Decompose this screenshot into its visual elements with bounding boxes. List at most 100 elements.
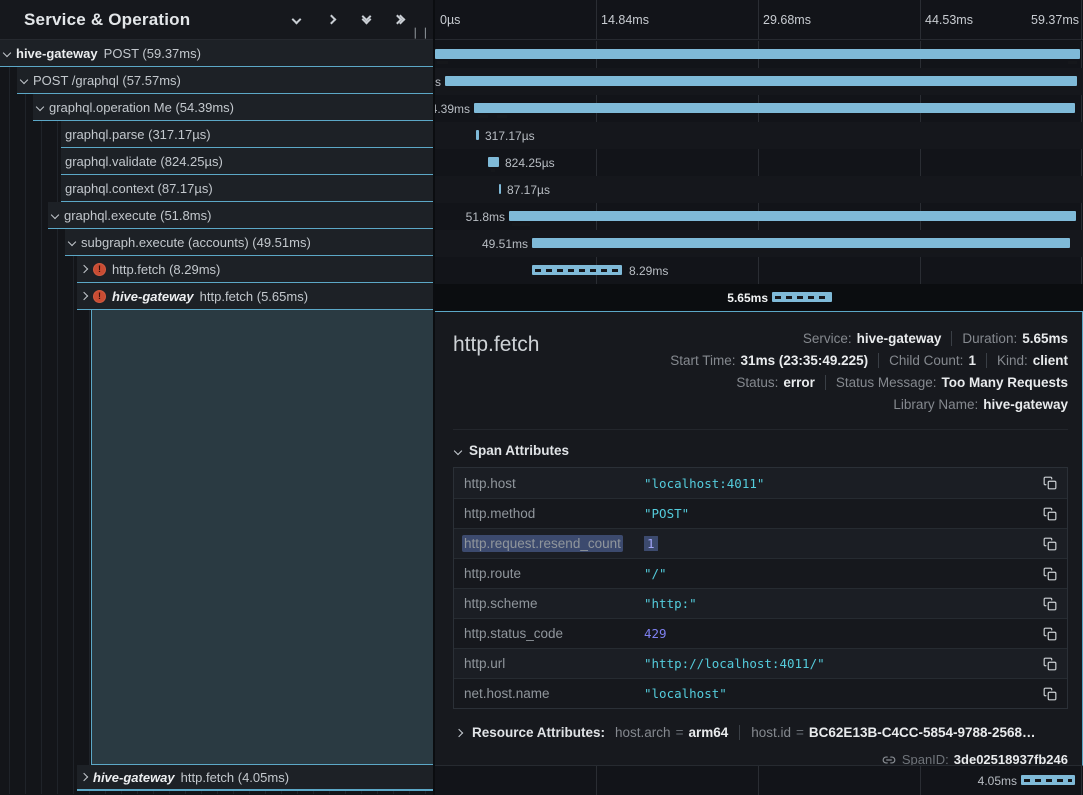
- duration-label: 49.51ms: [482, 237, 528, 251]
- copy-icon[interactable]: [1042, 475, 1058, 491]
- attr-value: "localhost:4011": [644, 476, 1042, 491]
- copy-icon[interactable]: [1042, 626, 1058, 642]
- tree-controls: [288, 12, 423, 28]
- detail-span-title: http.fetch: [453, 327, 539, 357]
- service-name: hive-gateway: [112, 289, 194, 304]
- chevron-down-icon[interactable]: [51, 211, 59, 219]
- chevron-down-icon[interactable]: [3, 49, 11, 57]
- span-name: POST /graphql (57.57ms): [33, 73, 181, 88]
- link-icon[interactable]: [882, 753, 896, 767]
- service-name: hive-gateway: [93, 770, 175, 785]
- span-bar[interactable]: [488, 157, 499, 167]
- timeline-row-subgraph-execute[interactable]: 49.51ms: [435, 230, 1083, 257]
- copy-icon[interactable]: [1042, 536, 1058, 552]
- chevron-down-icon[interactable]: [36, 103, 44, 111]
- timeline-row-http-fetch-4ms[interactable]: 4.05ms: [435, 766, 1083, 795]
- copy-icon[interactable]: [1042, 686, 1058, 702]
- tree-row-http-fetch-4ms[interactable]: hive-gateway http.fetch (4.05ms): [0, 765, 433, 791]
- resource-attr-value: BC62E13B-C4CC-5854-9788-2568…: [809, 725, 1036, 740]
- tree-row-subgraph-execute[interactable]: subgraph.execute (accounts) (49.51ms): [0, 229, 433, 256]
- timeline-pane: 0µs 14.84ms 29.68ms 44.53ms 59.37ms 57.5…: [435, 0, 1083, 795]
- equals-sign: =: [676, 725, 684, 740]
- expand-all-icon[interactable]: [393, 12, 409, 28]
- timeline-row-graphql-context[interactable]: 87.17µs: [435, 176, 1083, 203]
- timeline-row-graphql-operation[interactable]: 54.39ms: [435, 95, 1083, 122]
- attr-value: "http://localhost:4011/": [644, 656, 1042, 671]
- span-detail-panel: http.fetch Service: hive-gateway Duratio…: [435, 311, 1083, 766]
- chevron-down-icon[interactable]: [68, 238, 76, 246]
- axis-tick: 14.84ms: [601, 13, 649, 27]
- span-id-label: SpanID:: [902, 752, 949, 766]
- span-bar[interactable]: [474, 103, 1075, 113]
- span-bar[interactable]: [1021, 775, 1075, 785]
- chevron-right-icon[interactable]: [80, 773, 88, 781]
- copy-icon[interactable]: [1042, 656, 1058, 672]
- copy-icon[interactable]: [1042, 506, 1058, 522]
- collapse-all-icon[interactable]: [358, 12, 374, 28]
- timeline-rows: 57.57ms 54.39ms 317.17µs 82: [435, 41, 1083, 311]
- span-attributes-title: Span Attributes: [469, 443, 569, 458]
- span-attributes-header[interactable]: Span Attributes: [455, 443, 1068, 458]
- span-bar[interactable]: [532, 238, 1070, 248]
- tree-row-http-fetch-5ms-selected[interactable]: ! hive-gateway http.fetch (5.65ms): [0, 283, 433, 310]
- panel-resize-handle[interactable]: ❘❘: [411, 26, 431, 39]
- tree-row-graphql-execute[interactable]: graphql.execute (51.8ms): [0, 202, 433, 229]
- duration-label: 824.25µs: [505, 156, 555, 170]
- duration-label: 8.29ms: [629, 264, 668, 278]
- tree-row-graphql-validate[interactable]: graphql.validate (824.25µs): [0, 148, 433, 175]
- span-bar[interactable]: [476, 130, 479, 140]
- resource-attr-key: host.id: [751, 725, 791, 740]
- attr-key: http.host: [464, 476, 644, 491]
- attr-key: http.route: [464, 566, 644, 581]
- timeline-axis: 0µs 14.84ms 29.68ms 44.53ms 59.37ms: [435, 0, 1083, 40]
- resource-attributes-row[interactable]: Resource Attributes: host.arch = arm64 h…: [456, 725, 1068, 740]
- resource-attr-value: arm64: [688, 725, 728, 740]
- attr-row: http.host "localhost:4011": [454, 468, 1067, 498]
- span-bar[interactable]: [499, 184, 501, 194]
- timeline-row-hive-gateway-post[interactable]: [435, 41, 1083, 68]
- collapse-one-icon[interactable]: [288, 12, 304, 28]
- span-id-value: 3de02518937fb246: [954, 752, 1068, 766]
- timeline-row-graphql-validate[interactable]: 824.25µs: [435, 149, 1083, 176]
- chevron-down-icon[interactable]: [20, 76, 28, 84]
- timeline-row-graphql-parse[interactable]: 317.17µs: [435, 122, 1083, 149]
- attr-key: net.host.name: [464, 686, 644, 701]
- span-bar[interactable]: [445, 76, 1077, 86]
- span-name: http.fetch (5.65ms): [200, 289, 308, 304]
- selected-span-expanded-region: [91, 310, 433, 765]
- span-attributes-table: http.host "localhost:4011" http.method "…: [453, 467, 1068, 709]
- attr-value: "localhost": [644, 686, 1042, 701]
- expand-one-icon[interactable]: [323, 12, 339, 28]
- copy-icon[interactable]: [1042, 566, 1058, 582]
- span-bar[interactable]: [772, 292, 832, 302]
- timeline-row-http-fetch-5ms-selected[interactable]: 5.65ms: [435, 284, 1083, 311]
- tree-row-post-graphql[interactable]: POST /graphql (57.57ms): [0, 67, 433, 94]
- span-bar[interactable]: [509, 211, 1076, 221]
- copy-icon[interactable]: [1042, 596, 1058, 612]
- attr-key: http.scheme: [464, 596, 644, 611]
- attr-key: http.method: [464, 506, 644, 521]
- tree-row-hive-gateway-post[interactable]: hive-gateway POST (59.37ms): [0, 40, 433, 67]
- tree-row-graphql-context[interactable]: graphql.context (87.17µs): [0, 175, 433, 202]
- meta-label: Service:: [803, 331, 852, 346]
- detail-divider: [453, 429, 1068, 430]
- tree-row-graphql-parse[interactable]: graphql.parse (317.17µs): [0, 121, 433, 148]
- timeline-row-http-fetch-8ms[interactable]: 8.29ms: [435, 257, 1083, 284]
- chevron-right-icon[interactable]: [80, 292, 88, 300]
- timeline-row-graphql-execute[interactable]: 51.8ms: [435, 203, 1083, 230]
- span-bar[interactable]: [532, 265, 622, 275]
- attr-key: http.url: [464, 656, 644, 671]
- chevron-right-icon[interactable]: [80, 265, 88, 273]
- timeline-row-post-graphql[interactable]: 57.57ms: [435, 68, 1083, 95]
- equals-sign: =: [796, 725, 804, 740]
- meta-label: Child Count:: [889, 353, 963, 368]
- tree-row-http-fetch-8ms[interactable]: ! http.fetch (8.29ms): [0, 256, 433, 283]
- meta-value: Too Many Requests: [941, 375, 1068, 390]
- tree-row-graphql-operation[interactable]: graphql.operation Me (54.39ms): [0, 94, 433, 121]
- meta-value: client: [1033, 353, 1068, 368]
- attr-value: "POST": [644, 506, 1042, 521]
- attr-row: http.method "POST": [454, 498, 1067, 528]
- error-icon: !: [93, 263, 106, 276]
- span-bar[interactable]: [435, 49, 1080, 59]
- meta-value: 1: [968, 353, 976, 368]
